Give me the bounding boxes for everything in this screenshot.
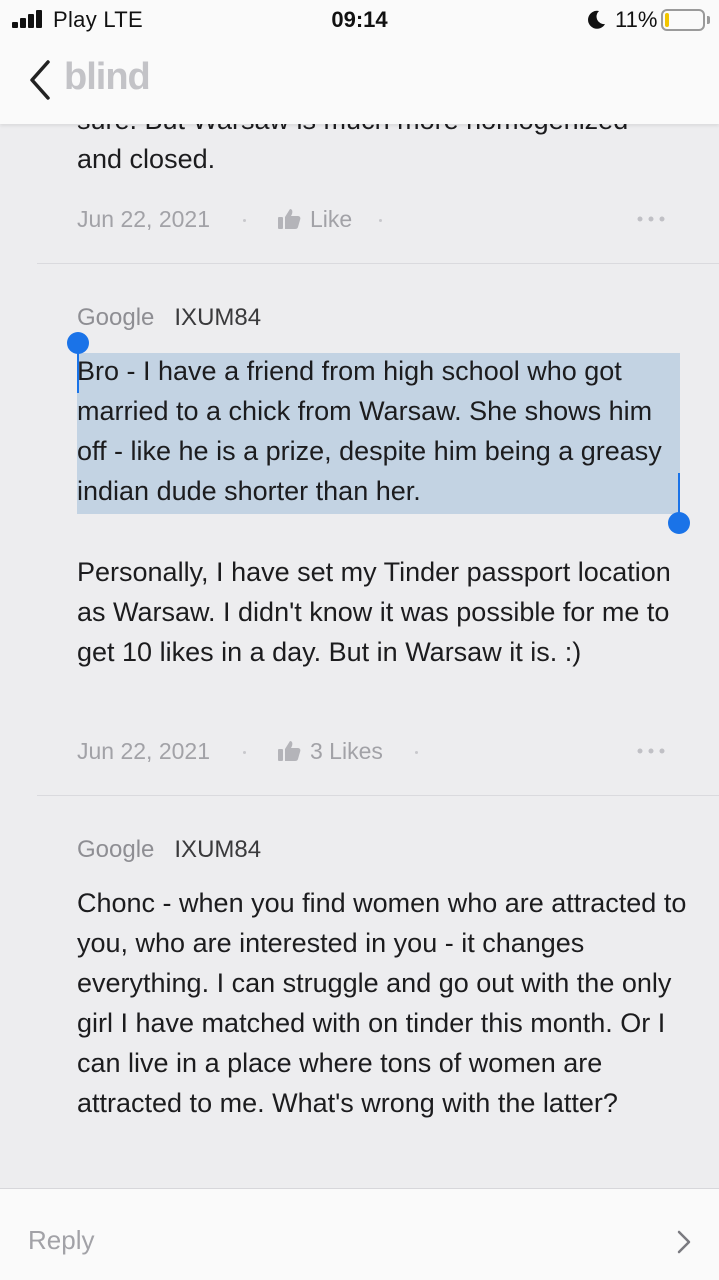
separator-dot [243, 751, 246, 754]
comment-author: Google IXUM84 [77, 835, 261, 865]
comment-thread: sure. But Warsaw is much more homogenize… [0, 0, 719, 1188]
reply-bar: Reply [0, 1188, 719, 1280]
comment-body: Personally, I have set my Tinder passpor… [77, 557, 671, 667]
more-options-icon[interactable] [635, 209, 667, 229]
like-count: 3 Likes [310, 738, 383, 764]
selection-end-handle[interactable] [668, 512, 690, 534]
battery-nub [707, 16, 710, 24]
battery-level [665, 13, 669, 27]
comment-divider [37, 795, 719, 796]
comment-body: Chonc - when you find women who are attr… [77, 888, 687, 1118]
author-nickname[interactable]: IXUM84 [174, 836, 261, 863]
selected-comment-text[interactable]: Bro - I have a friend from high school w… [77, 351, 689, 511]
moon-icon [588, 10, 605, 29]
thumbs-up-icon [278, 741, 301, 761]
more-options-icon[interactable] [635, 741, 667, 761]
separator-dot [415, 751, 418, 754]
selection-end-handle-line[interactable] [678, 473, 680, 517]
battery-percent: 11% [615, 7, 658, 32]
like-count: Like [310, 206, 353, 232]
status-time: 09:14 [331, 7, 388, 32]
comment-meta: Jun 22, 2021 3 Likes [77, 738, 677, 768]
author-company[interactable]: Google [77, 304, 154, 331]
chevron-left-icon[interactable] [26, 58, 56, 102]
comment-author: Google IXUM84 [77, 303, 261, 333]
chevron-right-icon[interactable] [675, 1229, 693, 1255]
app-logo: blind [64, 56, 151, 98]
author-company[interactable]: Google [77, 836, 154, 863]
comment-date: Jun 22, 2021 [77, 738, 211, 764]
comment-meta: Jun 22, 2021 Like [77, 206, 677, 236]
status-bar: Play LTE 09:14 11% [0, 0, 719, 42]
reply-input[interactable]: Reply [28, 1225, 94, 1256]
selection-start-handle[interactable] [67, 332, 89, 354]
comment-date: Jun 22, 2021 [77, 206, 211, 232]
comment-body: and closed. [77, 144, 216, 174]
selection-start-handle-line[interactable] [77, 349, 79, 393]
separator-dot [243, 219, 246, 222]
battery-icon [661, 9, 705, 31]
nav-bar: blind [0, 42, 719, 124]
comment-divider [37, 263, 719, 264]
thumbs-up-icon [278, 209, 301, 229]
separator-dot [379, 219, 382, 222]
author-nickname[interactable]: IXUM84 [174, 304, 261, 331]
